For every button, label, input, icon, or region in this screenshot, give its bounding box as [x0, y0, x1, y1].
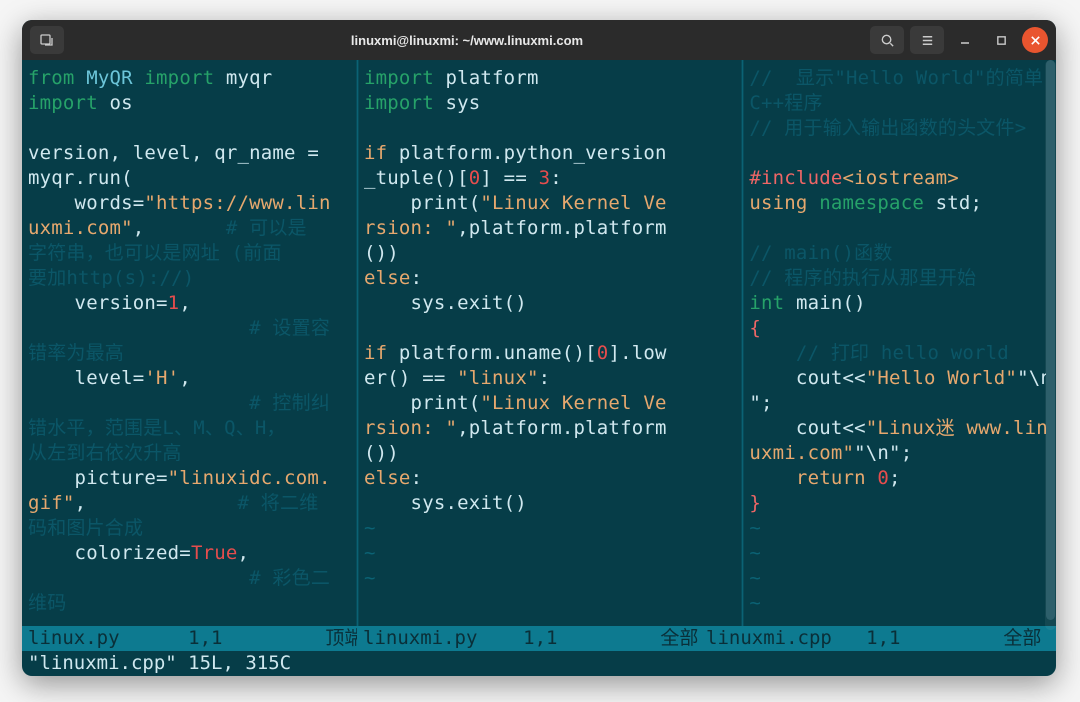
search-icon: [880, 33, 895, 48]
status-lines: linux.py 1,1 顶端 linuxmi.py 1,1 全部 linuxm…: [22, 626, 1056, 651]
status-pane-3: linuxmi.cpp 1,1 全部: [700, 626, 1056, 651]
window-title: linuxmi@linuxmi: ~/www.linuxmi.com: [64, 33, 870, 48]
vim-command-line[interactable]: "linuxmi.cpp" 15L, 315C: [22, 651, 1056, 676]
pane-linuxmi-cpp[interactable]: // 显示"Hello World"的简单 C++程序 // 用于输入输出函数的…: [743, 60, 1056, 626]
close-icon: [1030, 35, 1041, 46]
maximize-button[interactable]: [986, 26, 1016, 54]
status-pane-1: linux.py 1,1 顶端: [22, 626, 357, 651]
maximize-icon: [996, 35, 1007, 46]
menu-button[interactable]: [910, 26, 944, 54]
code-pane-2[interactable]: import platform import sys if platform.p…: [358, 60, 742, 595]
status-pane-2: linuxmi.py 1,1 全部: [357, 626, 700, 651]
titlebar: linuxmi@linuxmi: ~/www.linuxmi.com: [22, 20, 1056, 60]
pane-linuxmi-py[interactable]: import platform import sys if platform.p…: [358, 60, 742, 626]
split-panes: from MyQR import myqr import os version,…: [22, 60, 1056, 626]
hamburger-icon: [920, 33, 935, 48]
minimize-button[interactable]: [950, 26, 980, 54]
new-tab-button[interactable]: [30, 26, 64, 54]
close-button[interactable]: [1022, 27, 1048, 53]
minimize-icon: [959, 34, 971, 46]
vim-editor[interactable]: from MyQR import myqr import os version,…: [22, 60, 1056, 676]
scrollbar[interactable]: [1045, 60, 1056, 630]
code-pane-1[interactable]: from MyQR import myqr import os version,…: [22, 60, 357, 620]
terminal-window: linuxmi@linuxmi: ~/www.linuxmi.com from …: [22, 20, 1056, 676]
search-button[interactable]: [870, 26, 904, 54]
new-tab-icon: [39, 32, 55, 48]
pane-linux-py[interactable]: from MyQR import myqr import os version,…: [22, 60, 357, 626]
code-pane-3[interactable]: // 显示"Hello World"的简单 C++程序 // 用于输入输出函数的…: [743, 60, 1056, 620]
scroll-thumb[interactable]: [1046, 60, 1055, 620]
